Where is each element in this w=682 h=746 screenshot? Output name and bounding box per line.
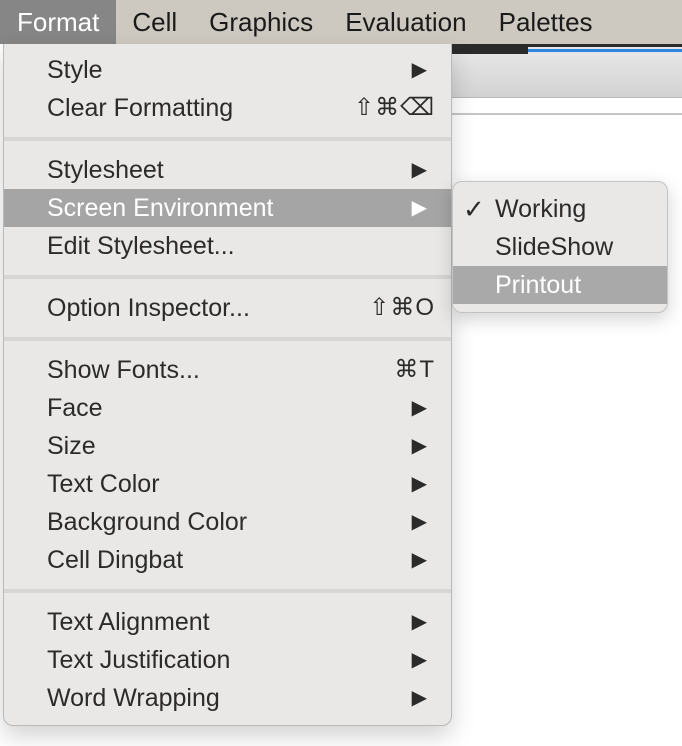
menu-item-screen-environment[interactable]: Screen Environment ▶ [4,189,451,227]
menubar-format[interactable]: Format [0,0,117,44]
menu-item-label: Stylesheet [47,156,164,184]
menu-bar: Format Cell Graphics Evaluation Palettes [0,0,682,44]
menu-item-label: Cell Dingbat [47,546,184,574]
menu-item-face[interactable]: Face ▶ [4,389,451,427]
menu-separator [4,137,451,141]
menu-item-background-color[interactable]: Background Color ▶ [4,503,451,541]
screen-environment-submenu: ✓ Working SlideShow Printout [452,181,668,313]
menu-item-cell-dingbat[interactable]: Cell Dingbat ▶ [4,541,451,579]
menu-separator [4,275,451,279]
menubar-evaluation[interactable]: Evaluation [329,0,482,44]
submenu-item-slideshow[interactable]: SlideShow [453,228,667,266]
submenu-item-label: SlideShow [495,233,614,261]
submenu-arrow-icon: ▶ [411,687,427,709]
menu-item-label: Text Alignment [47,608,210,636]
menu-item-style[interactable]: Style ▶ [4,51,451,89]
submenu-item-label: Printout [495,271,582,299]
menu-item-label: Text Justification [47,646,231,674]
menu-item-text-justification[interactable]: Text Justification ▶ [4,641,451,679]
shortcut-cmd-t: ⌘T [394,356,435,383]
format-menu: Style ▶ Clear Formatting ⇧⌘⌫ Stylesheet … [3,44,452,726]
menu-item-text-color[interactable]: Text Color ▶ [4,465,451,503]
menu-item-option-inspector[interactable]: Option Inspector... ⇧⌘O [4,289,451,327]
menu-item-label: Show Fonts... [47,356,200,384]
submenu-arrow-icon: ▶ [411,511,427,533]
menu-item-label: Text Color [47,470,160,498]
menu-item-stylesheet[interactable]: Stylesheet ▶ [4,151,451,189]
menubar-cell[interactable]: Cell [116,0,193,44]
menubar-graphics[interactable]: Graphics [193,0,329,44]
menubar-palettes[interactable]: Palettes [483,0,609,44]
menu-item-clear-formatting[interactable]: Clear Formatting ⇧⌘⌫ [4,89,451,127]
submenu-arrow-icon: ▶ [411,397,427,419]
submenu-item-printout[interactable]: Printout [453,266,667,304]
menu-item-text-alignment[interactable]: Text Alignment ▶ [4,603,451,641]
checkmark-icon: ✓ [463,194,485,224]
window-progress-strip [528,44,682,54]
submenu-arrow-icon: ▶ [411,435,427,457]
menu-item-show-fonts[interactable]: Show Fonts... ⌘T [4,351,451,389]
menu-item-label: Clear Formatting [47,94,234,122]
window-toolbar [452,54,682,98]
window-titlebar-fragment [452,44,528,54]
menu-item-label: Word Wrapping [47,684,220,712]
menu-item-label: Face [47,394,103,422]
menu-item-edit-stylesheet[interactable]: Edit Stylesheet... [4,227,451,265]
menu-item-label: Background Color [47,508,248,536]
window-field [452,98,682,115]
submenu-arrow-icon: ▶ [411,473,427,495]
menu-item-label: Edit Stylesheet... [47,232,235,260]
menu-item-label: Style [47,56,103,84]
submenu-arrow-icon: ▶ [411,197,427,219]
submenu-arrow-icon: ▶ [411,549,427,571]
submenu-arrow-icon: ▶ [411,611,427,633]
submenu-arrow-icon: ▶ [411,649,427,671]
menu-item-label: Size [47,432,96,460]
submenu-arrow-icon: ▶ [411,159,427,181]
menu-item-size[interactable]: Size ▶ [4,427,451,465]
shortcut-shift-cmd-delete: ⇧⌘⌫ [353,94,435,121]
menu-separator [4,589,451,593]
menu-item-label: Option Inspector... [47,294,250,322]
shortcut-shift-cmd-o: ⇧⌘O [369,294,435,321]
submenu-item-working[interactable]: ✓ Working [453,190,667,228]
menu-separator [4,337,451,341]
menu-item-label: Screen Environment [47,194,274,222]
submenu-arrow-icon: ▶ [411,59,427,81]
menu-item-word-wrapping[interactable]: Word Wrapping ▶ [4,679,451,717]
submenu-item-label: Working [495,195,587,223]
